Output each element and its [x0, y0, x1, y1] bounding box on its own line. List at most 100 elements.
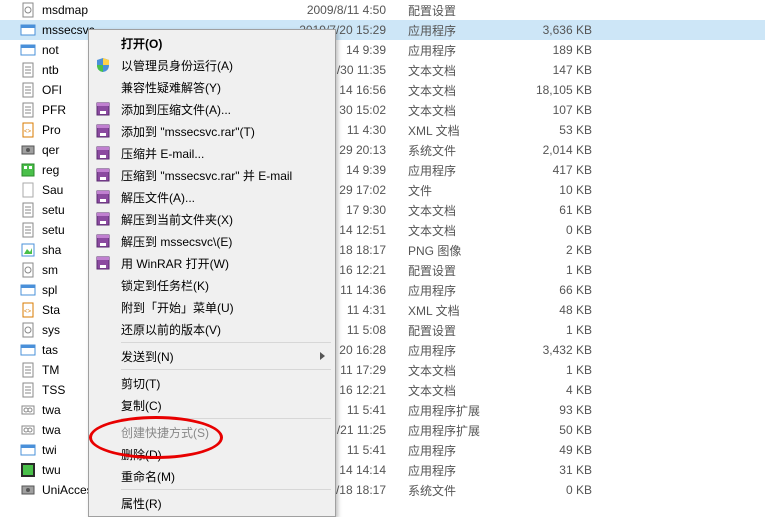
menu-item[interactable]: 添加到 "mssecsvc.rar"(T): [91, 120, 333, 142]
menu-item-label: 添加到 "mssecsvc.rar"(T): [121, 123, 255, 140]
menu-item[interactable]: 属性(R): [91, 492, 333, 514]
file-size: 107 KB: [500, 103, 600, 117]
file-name: msdmap: [40, 3, 260, 17]
menu-item[interactable]: 压缩并 E-mail...: [91, 142, 333, 164]
file-icon: [20, 402, 36, 418]
file-type: 配置设置: [390, 322, 500, 339]
file-size: 0 KB: [500, 483, 600, 497]
rar-icon: [95, 211, 111, 227]
file-size: 66 KB: [500, 283, 600, 297]
file-type: 文本文档: [390, 82, 500, 99]
shield-icon: [95, 57, 111, 73]
file-size: 50 KB: [500, 423, 600, 437]
file-type: XML 文档: [390, 302, 500, 319]
file-type: 应用程序: [390, 42, 500, 59]
file-size: 31 KB: [500, 463, 600, 477]
menu-item[interactable]: 兼容性疑难解答(Y): [91, 76, 333, 98]
file-icon: [20, 442, 36, 458]
menu-separator: [121, 418, 331, 419]
file-size: 2 KB: [500, 243, 600, 257]
file-icon: [20, 342, 36, 358]
file-size: 18,105 KB: [500, 83, 600, 97]
menu-item[interactable]: 解压到当前文件夹(X): [91, 208, 333, 230]
file-type: PNG 图像: [390, 242, 500, 259]
file-size: 189 KB: [500, 43, 600, 57]
menu-item-label: 解压到当前文件夹(X): [121, 211, 233, 228]
file-icon: [20, 242, 36, 258]
menu-item[interactable]: 附到「开始」菜单(U): [91, 296, 333, 318]
menu-item[interactable]: 解压文件(A)...: [91, 186, 333, 208]
menu-item[interactable]: 重命名(M): [91, 465, 333, 487]
menu-item-label: 压缩并 E-mail...: [121, 145, 204, 162]
rar-icon: [95, 189, 111, 205]
menu-item[interactable]: 解压到 mssecsvc\(E): [91, 230, 333, 252]
menu-item-label: 添加到压缩文件(A)...: [121, 101, 231, 118]
menu-item[interactable]: 以管理员身份运行(A): [91, 54, 333, 76]
menu-separator: [121, 342, 331, 343]
file-date: 2009/8/11 4:50: [260, 3, 390, 17]
file-icon: [20, 142, 36, 158]
menu-separator: [121, 489, 331, 490]
menu-item-label: 复制(C): [121, 397, 162, 414]
file-icon: [20, 162, 36, 178]
file-icon: [20, 382, 36, 398]
menu-item-label: 删除(D): [121, 446, 162, 463]
menu-item[interactable]: 锁定到任务栏(K): [91, 274, 333, 296]
file-icon: <>: [20, 122, 36, 138]
file-icon: [20, 2, 36, 18]
menu-item-label: 解压文件(A)...: [121, 189, 195, 206]
menu-item[interactable]: 复制(C): [91, 394, 333, 416]
menu-item-label: 还原以前的版本(V): [121, 321, 221, 338]
menu-item-label: 以管理员身份运行(A): [121, 57, 233, 74]
rar-icon: [95, 145, 111, 161]
menu-item-label: 重命名(M): [121, 468, 175, 485]
file-type: XML 文档: [390, 122, 500, 139]
menu-item[interactable]: 压缩到 "mssecsvc.rar" 并 E-mail: [91, 164, 333, 186]
file-type: 文件: [390, 182, 500, 199]
file-type: 应用程序: [390, 462, 500, 479]
menu-item-label: 打开(O): [121, 35, 162, 52]
file-type: 系统文件: [390, 482, 500, 499]
rar-icon: [95, 123, 111, 139]
menu-item-label: 兼容性疑难解答(Y): [121, 79, 221, 96]
file-type: 应用程序扩展: [390, 422, 500, 439]
file-size: 1 KB: [500, 323, 600, 337]
file-size: 147 KB: [500, 63, 600, 77]
file-size: 3,636 KB: [500, 23, 600, 37]
file-type: 文本文档: [390, 382, 500, 399]
menu-item[interactable]: 打开(O): [91, 32, 333, 54]
svg-text:<>: <>: [24, 129, 32, 135]
rar-icon: [95, 101, 111, 117]
file-size: 10 KB: [500, 183, 600, 197]
file-icon: [20, 362, 36, 378]
file-type: 应用程序: [390, 282, 500, 299]
menu-separator: [121, 369, 331, 370]
file-size: 49 KB: [500, 443, 600, 457]
menu-item-label: 附到「开始」菜单(U): [121, 299, 234, 316]
menu-item[interactable]: 删除(D): [91, 443, 333, 465]
file-size: 2,014 KB: [500, 143, 600, 157]
file-size: 1 KB: [500, 363, 600, 377]
menu-item[interactable]: 还原以前的版本(V): [91, 318, 333, 340]
file-icon: [20, 182, 36, 198]
rar-icon: [95, 255, 111, 271]
file-size: 1 KB: [500, 263, 600, 277]
file-type: 配置设置: [390, 2, 500, 19]
file-row[interactable]: msdmap2009/8/11 4:50配置设置: [0, 0, 765, 20]
file-icon: [20, 222, 36, 238]
file-size: 93 KB: [500, 403, 600, 417]
file-size: 4 KB: [500, 383, 600, 397]
menu-item[interactable]: 发送到(N): [91, 345, 333, 367]
menu-item-label: 剪切(T): [121, 375, 160, 392]
file-type: 应用程序: [390, 342, 500, 359]
file-size: 53 KB: [500, 123, 600, 137]
file-type: 应用程序: [390, 22, 500, 39]
file-icon: [20, 202, 36, 218]
menu-item-label: 属性(R): [121, 495, 162, 512]
menu-item[interactable]: 添加到压缩文件(A)...: [91, 98, 333, 120]
file-icon: [20, 82, 36, 98]
menu-item[interactable]: 剪切(T): [91, 372, 333, 394]
menu-item[interactable]: 用 WinRAR 打开(W): [91, 252, 333, 274]
file-icon: [20, 322, 36, 338]
file-type: 文本文档: [390, 362, 500, 379]
